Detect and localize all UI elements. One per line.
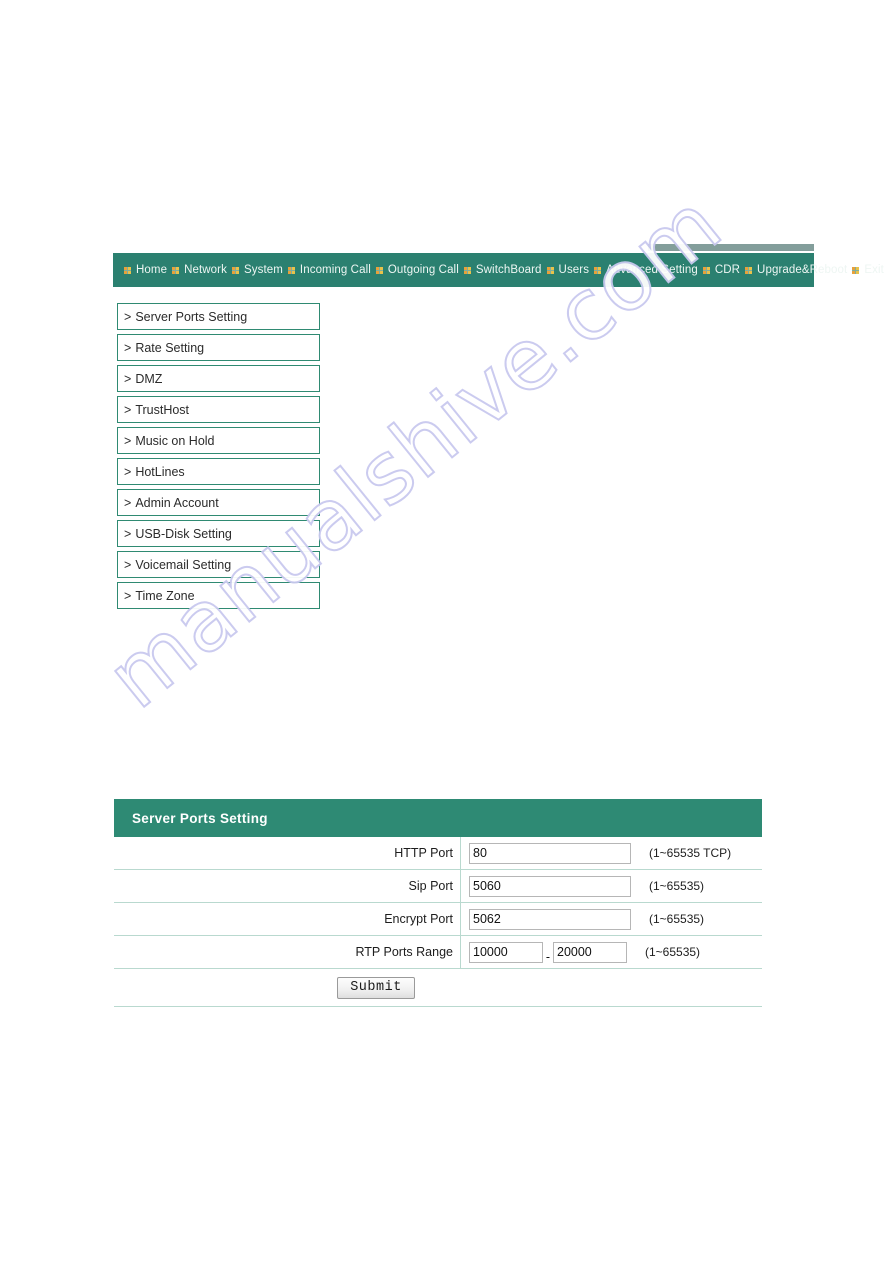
grid-bullet-icon: [124, 266, 131, 274]
chevron-right-icon: >: [124, 371, 132, 386]
server-ports-setting-panel: Server Ports Setting HTTP Port (1~65535 …: [114, 799, 762, 1007]
sidebar-item-label: Rate Setting: [135, 340, 205, 355]
sidebar-item-label: HotLines: [135, 464, 185, 479]
sidebar-item-label: USB-Disk Setting: [135, 526, 232, 541]
encrypt-port-input[interactable]: [469, 908, 631, 930]
panel-title: Server Ports Setting: [114, 799, 762, 837]
nav-item-label: Exit: [864, 264, 884, 276]
submit-button[interactable]: Submit: [337, 976, 415, 999]
grid-bullet-icon: [852, 266, 860, 274]
sidebar-item-label: Server Ports Setting: [135, 309, 248, 324]
sidebar-item-label: DMZ: [135, 371, 163, 386]
chevron-right-icon: >: [124, 557, 132, 572]
chevron-right-icon: >: [124, 340, 132, 355]
chevron-right-icon: >: [124, 309, 132, 324]
nav-item-outgoing-call[interactable]: Outgoing Call: [371, 264, 459, 276]
nav-item-advanced-setting[interactable]: Advanced Setting: [589, 264, 698, 276]
nav-item-home[interactable]: Home: [119, 264, 167, 276]
sidebar-item-rate-setting[interactable]: > Rate Setting: [117, 334, 320, 361]
chevron-right-icon: >: [124, 464, 132, 479]
sidebar-item-server-ports-setting[interactable]: > Server Ports Setting: [117, 303, 320, 330]
nav-item-switchboard[interactable]: SwitchBoard: [459, 264, 542, 276]
sip-port-input[interactable]: [469, 875, 631, 897]
submit-row: Submit: [114, 969, 762, 1007]
sidebar-item-usb-disk-setting[interactable]: > USB-Disk Setting: [117, 520, 320, 547]
rtp-port-end-input[interactable]: [553, 941, 627, 963]
encrypt-port-hint: (1~65535): [649, 912, 705, 926]
encrypt-port-control: (1~65535): [461, 908, 705, 930]
nav-item-users[interactable]: Users: [542, 264, 590, 276]
nav-item-label: Users: [558, 264, 590, 276]
sidebar-item-label: Time Zone: [135, 588, 195, 603]
rtp-ports-range-hint: (1~65535): [645, 945, 701, 959]
rtp-ports-range-control: - (1~65535): [461, 941, 701, 964]
http-port-label: HTTP Port: [114, 836, 461, 870]
form-row-http-port: HTTP Port (1~65535 TCP): [114, 836, 762, 870]
nav-item-label: SwitchBoard: [475, 264, 542, 276]
chevron-right-icon: >: [124, 402, 132, 417]
rtp-port-start-input[interactable]: [469, 941, 543, 963]
grid-bullet-icon: [287, 266, 295, 274]
nav-item-label: Outgoing Call: [387, 264, 459, 276]
http-port-hint: (1~65535 TCP): [649, 846, 732, 860]
nav-item-exit[interactable]: Exit: [847, 264, 884, 276]
sidebar-item-time-zone[interactable]: > Time Zone: [117, 582, 320, 609]
http-port-input[interactable]: [469, 842, 631, 864]
grid-bullet-icon: [594, 266, 602, 274]
nav-item-cdr[interactable]: CDR: [698, 264, 740, 276]
chevron-right-icon: >: [124, 526, 132, 541]
grid-bullet-icon: [463, 266, 471, 274]
grid-bullet-icon: [172, 266, 180, 274]
sidebar-item-label: TrustHost: [135, 402, 190, 417]
nav-item-label: CDR: [714, 264, 741, 276]
encrypt-port-label: Encrypt Port: [114, 902, 461, 936]
nav-item-label: Home: [136, 264, 168, 276]
sip-port-hint: (1~65535): [649, 879, 705, 893]
sidebar-item-label: Voicemail Setting: [135, 557, 232, 572]
header-strip: [648, 244, 814, 251]
http-port-control: (1~65535 TCP): [461, 842, 732, 864]
nav-item-label: Upgrade&Reboot: [757, 264, 848, 276]
nav-item-label: System: [243, 264, 283, 276]
sidebar-item-label: Admin Account: [135, 495, 219, 510]
sidebar-item-admin-account[interactable]: > Admin Account: [117, 489, 320, 516]
sidebar-item-trusthost[interactable]: > TrustHost: [117, 396, 320, 423]
main-navigation-bar: Home Network System Incoming Call Outgoi…: [113, 253, 884, 287]
grid-bullet-icon: [745, 266, 753, 274]
sidebar-item-dmz[interactable]: > DMZ: [117, 365, 320, 392]
sidebar-item-voicemail-setting[interactable]: > Voicemail Setting: [117, 551, 320, 578]
grid-bullet-icon: [231, 266, 239, 274]
grid-bullet-icon: [546, 266, 554, 274]
sidebar-menu: > Server Ports Setting > Rate Setting > …: [117, 303, 320, 613]
nav-item-system[interactable]: System: [227, 264, 283, 276]
nav-item-label: Network: [184, 264, 227, 276]
page-root: Home Network System Incoming Call Outgoi…: [0, 0, 893, 1263]
sip-port-label: Sip Port: [114, 869, 461, 903]
form-row-encrypt-port: Encrypt Port (1~65535): [114, 902, 762, 936]
sidebar-item-label: Music on Hold: [135, 433, 215, 448]
form-row-rtp-ports-range: RTP Ports Range - (1~65535): [114, 935, 762, 969]
nav-item-network[interactable]: Network: [167, 264, 227, 276]
sip-port-control: (1~65535): [461, 875, 705, 897]
sidebar-item-music-on-hold[interactable]: > Music on Hold: [117, 427, 320, 454]
chevron-right-icon: >: [124, 588, 132, 603]
sidebar-item-hotlines[interactable]: > HotLines: [117, 458, 320, 485]
nav-item-label: Advanced Setting: [606, 264, 698, 276]
nav-item-upgrade-reboot[interactable]: Upgrade&Reboot: [740, 264, 847, 276]
range-separator: -: [545, 950, 551, 964]
chevron-right-icon: >: [124, 433, 132, 448]
chevron-right-icon: >: [124, 495, 132, 510]
rtp-ports-range-label: RTP Ports Range: [114, 935, 461, 969]
nav-item-label: Incoming Call: [299, 264, 371, 276]
form-row-sip-port: Sip Port (1~65535): [114, 869, 762, 903]
grid-bullet-icon: [702, 266, 710, 274]
grid-bullet-icon: [375, 266, 383, 274]
nav-item-incoming-call[interactable]: Incoming Call: [283, 264, 371, 276]
